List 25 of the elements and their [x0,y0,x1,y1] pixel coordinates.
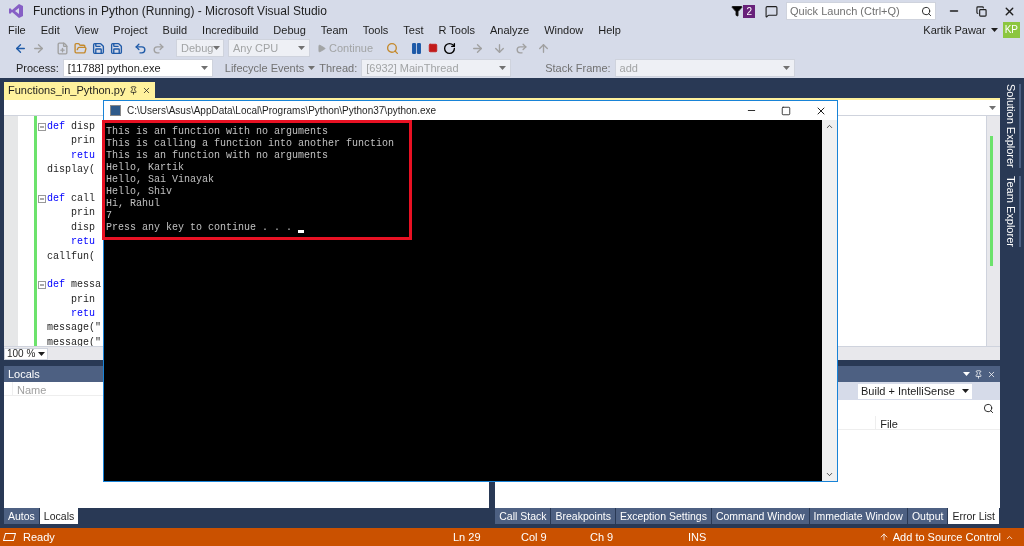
column-number: Col 9 [521,529,548,545]
stack-frame-label: Stack Frame: [545,60,611,76]
code-line: message(" [47,322,101,334]
code-line: prin [71,135,95,147]
process-label: Process: [16,60,59,76]
thread-label: Thread: [319,60,358,76]
code-line: def call [47,191,96,206]
console-output: This is an function with no arguments This is calling a function into another function This is an function with no arguments Hello, Kartik Hello, Sai Vinayak Hello, Shiv Hi, Rahul 7 Press any key to continue . . . [102,120,412,240]
console-title: C:\Users\Asus\AppData\Local\Programs\Python\Python37\python.exe [127,104,437,118]
code-line: retu [71,236,95,248]
status-text: Ready [23,529,56,545]
char-number: Ch 9 [590,529,615,545]
code-line: def messa [47,278,102,293]
code-line: message(" [47,336,101,348]
code-line: def disp [47,120,96,134]
line-number: Ln 29 [453,529,482,545]
code-line: retu [71,149,95,161]
code-line: callfun( [47,250,95,262]
insert-mode: INS [688,529,707,545]
window-title: Functions in Python (Running) - Microsoft Visual Studio [33,3,327,20]
code-line: prin [71,293,95,305]
code-line: display( [47,164,95,176]
code-line: prin [71,207,95,219]
code-line: disp [71,221,95,233]
code-line: retu [71,308,95,320]
